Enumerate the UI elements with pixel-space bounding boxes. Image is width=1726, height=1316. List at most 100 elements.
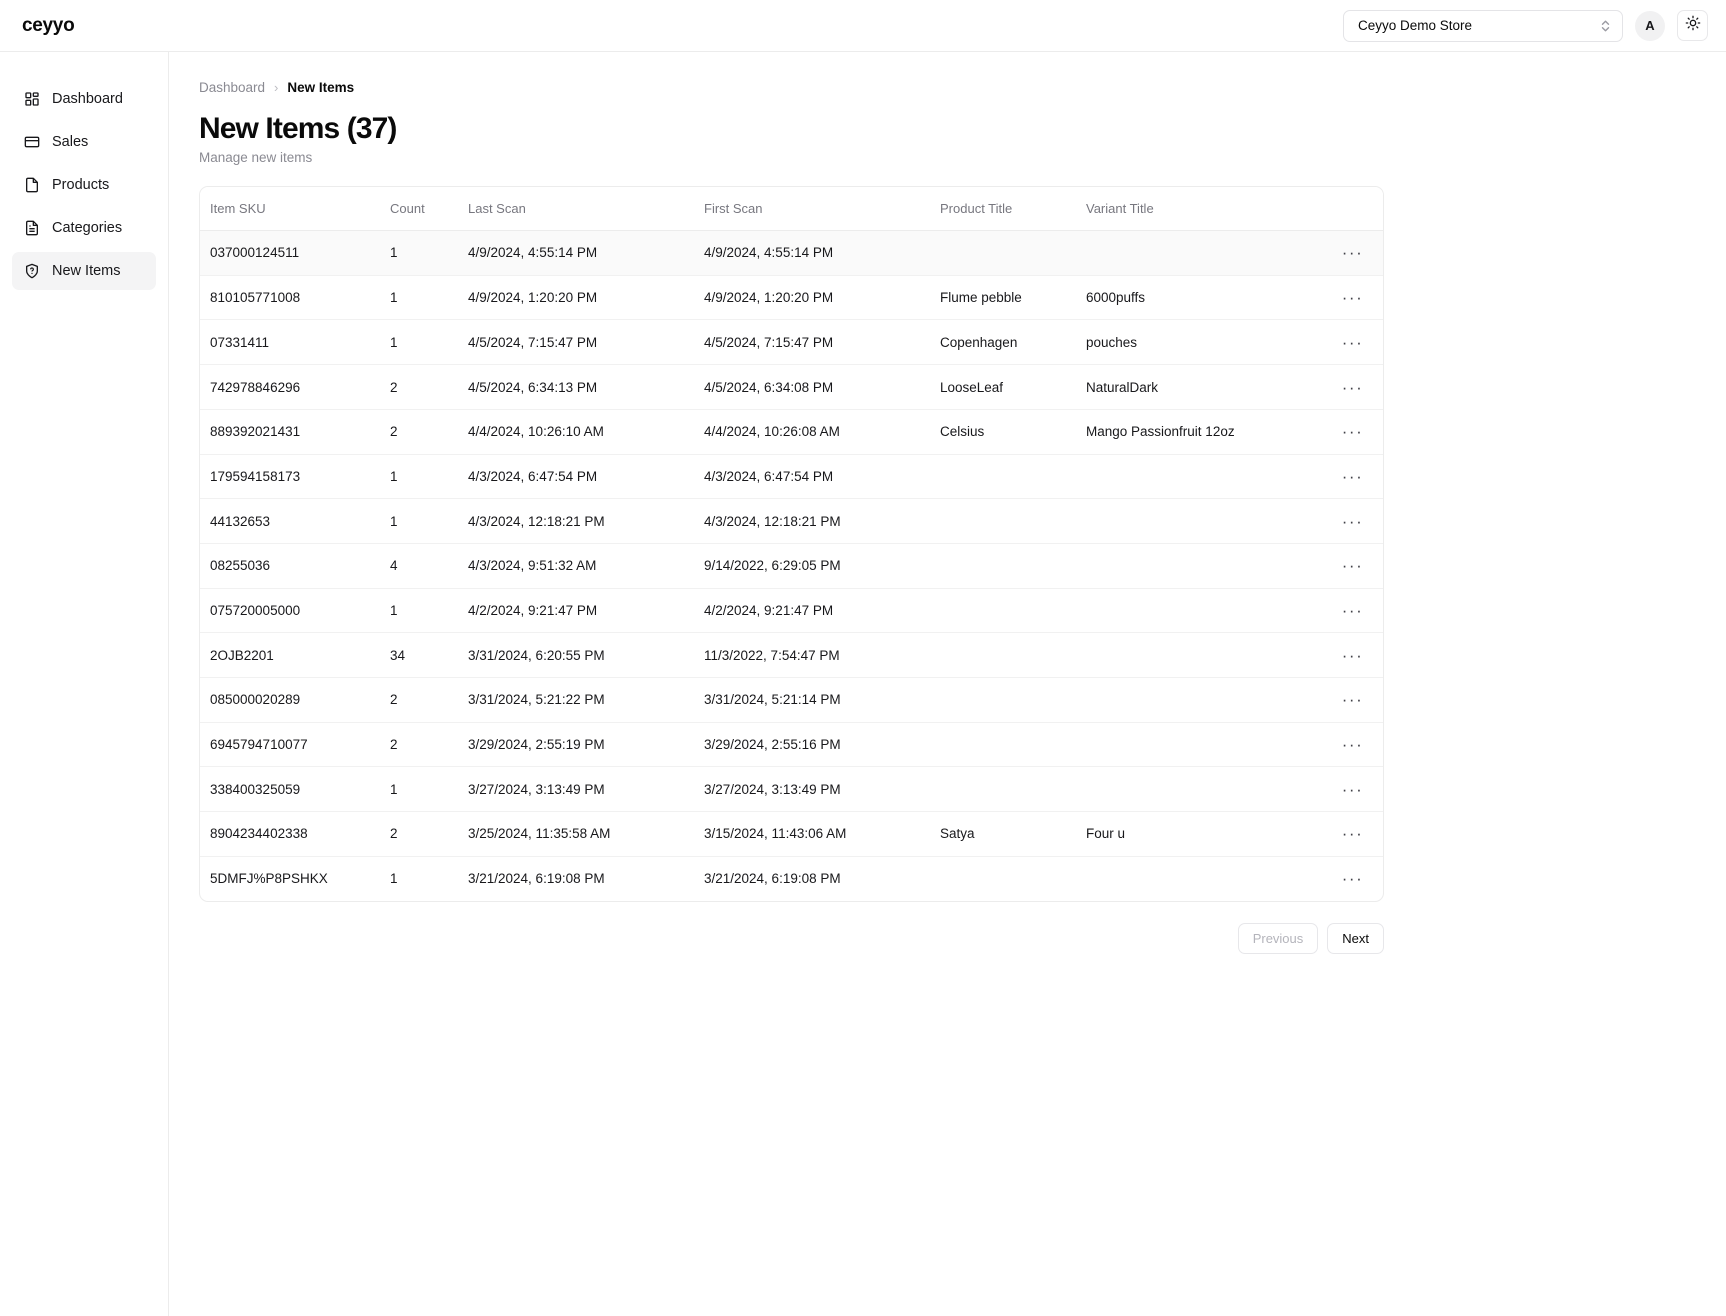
cell-product-title: Satya [940,811,1086,857]
cell-item-sku: 810105771008 [200,275,390,321]
brand-logo[interactable]: ceyyo [22,15,75,37]
ellipsis-icon[interactable]: ··· [1342,870,1363,887]
table-row[interactable]: 07331411 1 4/5/2024, 7:15:47 PM 4/5/2024, 7… [200,319,1383,366]
column-header-first-scan[interactable]: First Scan [704,186,940,232]
table-row[interactable]: 742978846296 2 4/5/2024, 6:34:13 PM 4/5/202… [200,364,1383,410]
ellipsis-icon[interactable]: ··· [1342,691,1363,708]
top-bar-actions: Ceyyo Demo Store A [1343,9,1708,42]
cell-first-scan: 4/9/2024, 4:55:14 PM [704,230,940,276]
cell-variant-title [1086,766,1320,813]
avatar[interactable]: A [1635,10,1665,41]
cell-count: 2 [390,722,468,768]
ellipsis-icon[interactable]: ··· [1342,736,1363,753]
app-root: ceyyo Ceyyo Demo Store A Dashboard Sales… [0,0,1726,1316]
cell-product-title: Flume pebble [940,275,1086,321]
cell-variant-title: NaturalDark [1086,364,1320,410]
ellipsis-icon[interactable]: ··· [1342,602,1363,619]
cell-count: 2 [390,677,468,723]
previous-page-button[interactable]: Previous [1237,922,1319,954]
table-row[interactable]: 037000124511 1 4/9/2024, 4:55:14 PM 4/9/202… [200,230,1383,276]
cell-last-scan: 4/9/2024, 4:55:14 PM [468,230,704,276]
ellipsis-icon[interactable]: ··· [1342,244,1363,261]
cell-row-actions: ··· [1320,856,1383,901]
sidebar-item-sales[interactable]: Sales [12,123,156,161]
cell-product-title [940,677,1086,723]
file-text-icon [23,220,40,237]
cell-variant-title [1086,722,1320,768]
ellipsis-icon[interactable]: ··· [1342,781,1363,798]
table-row[interactable]: 810105771008 1 4/9/2024, 1:20:20 PM 4/9/202… [200,275,1383,321]
cell-item-sku: 889392021431 [200,409,390,455]
cell-row-actions: ··· [1320,766,1383,813]
ellipsis-icon[interactable]: ··· [1342,334,1363,351]
cell-item-sku: 2OJB2201 [200,632,390,678]
cell-first-scan: 4/5/2024, 6:34:08 PM [704,364,940,410]
ellipsis-icon[interactable]: ··· [1342,423,1363,440]
cell-count: 1 [390,275,468,321]
cell-item-sku: 338400325059 [200,766,390,813]
table-row[interactable]: 075720005000 1 4/2/2024, 9:21:47 PM 4/2/202… [200,588,1383,634]
cell-count: 4 [390,543,468,589]
cell-row-actions: ··· [1320,364,1383,410]
cell-item-sku: 037000124511 [200,230,390,276]
theme-toggle-button[interactable] [1677,10,1708,41]
column-header-product-title[interactable]: Product Title [940,186,1086,232]
table-row[interactable]: 08255036 4 4/3/2024, 9:51:32 AM 9/14/2022, … [200,543,1383,589]
column-header-variant-title[interactable]: Variant Title [1086,186,1320,232]
cell-last-scan: 4/3/2024, 9:51:32 AM [468,543,704,589]
table-row[interactable]: 338400325059 1 3/27/2024, 3:13:49 PM 3/27/2… [200,766,1383,813]
cell-item-sku: 075720005000 [200,588,390,634]
column-header-item-sku[interactable]: Item SKU [200,186,390,232]
ellipsis-icon[interactable]: ··· [1342,379,1363,396]
table-row[interactable]: 179594158173 1 4/3/2024, 6:47:54 PM 4/3/202… [200,454,1383,500]
avatar-initial: A [1645,18,1655,33]
sidebar-item-new-items[interactable]: New Items [12,252,156,290]
cell-count: 2 [390,409,468,455]
cell-variant-title [1086,543,1320,589]
table-row[interactable]: 5DMFJ%P8PSHKX 1 3/21/2024, 6:19:08 PM 3/21/… [200,856,1383,901]
cell-item-sku: 07331411 [200,319,390,366]
next-page-button[interactable]: Next [1327,922,1384,954]
table-row[interactable]: 8904234402338 2 3/25/2024, 11:35:58 AM 3/15… [200,811,1383,857]
cell-last-scan: 3/27/2024, 3:13:49 PM [468,766,704,813]
sidebar-item-products[interactable]: Products [12,166,156,204]
cell-first-scan: 9/14/2022, 6:29:05 PM [704,543,940,589]
cell-variant-title [1086,230,1320,276]
column-header-count[interactable]: Count [390,186,468,232]
sun-icon [1685,15,1701,36]
page-title: New Items (37) [199,112,397,145]
cell-row-actions: ··· [1320,409,1383,455]
table-row[interactable]: 44132653 1 4/3/2024, 12:18:21 PM 4/3/2024, … [200,498,1383,544]
cell-item-sku: 6945794710077 [200,722,390,768]
store-select[interactable]: Ceyyo Demo Store [1343,9,1623,42]
cell-product-title: Celsius [940,409,1086,455]
sidebar-item-categories[interactable]: Categories [12,209,156,247]
breadcrumb-current: New Items [287,80,355,95]
cell-first-scan: 4/3/2024, 6:47:54 PM [704,454,940,500]
table-row[interactable]: 889392021431 2 4/4/2024, 10:26:10 AM 4/4/20… [200,409,1383,455]
breadcrumb-dashboard[interactable]: Dashboard [199,80,265,95]
column-header-last-scan[interactable]: Last Scan [468,186,704,232]
ellipsis-icon[interactable]: ··· [1342,289,1363,306]
ellipsis-icon[interactable]: ··· [1342,647,1363,664]
cell-first-scan: 3/27/2024, 3:13:49 PM [704,766,940,813]
table-row[interactable]: 2OJB2201 34 3/31/2024, 6:20:55 PM 11/3/2022… [200,632,1383,678]
table-row[interactable]: 085000020289 2 3/31/2024, 5:21:22 PM 3/31/2… [200,677,1383,723]
cell-first-scan: 3/31/2024, 5:21:14 PM [704,677,940,723]
cell-last-scan: 4/4/2024, 10:26:10 AM [468,409,704,455]
cell-count: 2 [390,811,468,857]
ellipsis-icon[interactable]: ··· [1342,513,1363,530]
cell-last-scan: 4/3/2024, 12:18:21 PM [468,498,704,544]
column-header-actions [1320,186,1383,232]
cell-row-actions: ··· [1320,498,1383,544]
pagination: Previous Next [199,922,1384,954]
cell-row-actions: ··· [1320,543,1383,589]
table-row[interactable]: 6945794710077 2 3/29/2024, 2:55:19 PM 3/29/… [200,722,1383,768]
cell-variant-title: Four u [1086,811,1320,857]
sidebar-item-dashboard[interactable]: Dashboard [12,80,156,118]
ellipsis-icon[interactable]: ··· [1342,468,1363,485]
layout-grid-icon [23,91,40,108]
ellipsis-icon[interactable]: ··· [1342,825,1363,842]
cell-variant-title [1086,588,1320,634]
ellipsis-icon[interactable]: ··· [1342,557,1363,574]
